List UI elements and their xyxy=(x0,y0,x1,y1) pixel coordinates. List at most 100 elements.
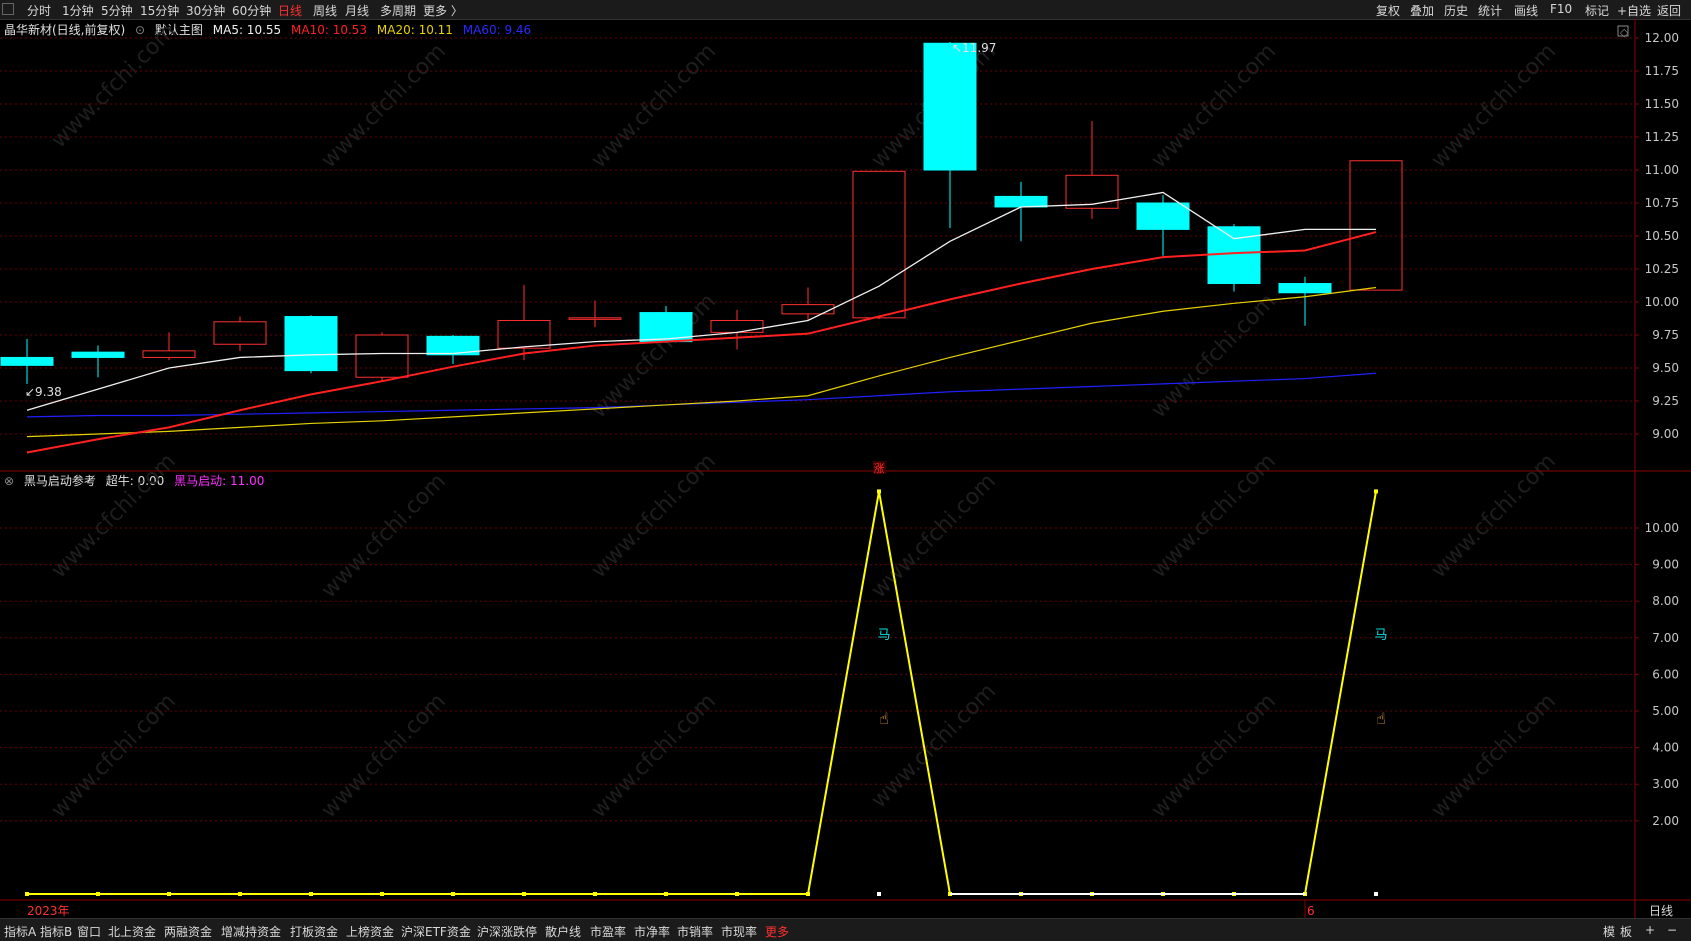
indicator-tab[interactable]: 沪深涨跌停 xyxy=(477,923,537,940)
watermark-layer: www.cfchi.com www.cfchi.com www.cfchi.com w… xyxy=(47,19,1561,823)
sub-tick-label: 2.00 xyxy=(1652,814,1679,828)
candle-body xyxy=(284,316,338,372)
indicator-tab[interactable]: 散户线 xyxy=(545,923,581,940)
panel-button[interactable]: 板 xyxy=(1620,923,1632,940)
heima-point xyxy=(167,892,171,896)
price-tick-label: 10.25 xyxy=(1645,262,1679,276)
toolbar-button[interactable]: 历史 xyxy=(1444,2,1468,19)
sub-tick-label: 6.00 xyxy=(1652,667,1679,681)
candle-body xyxy=(710,319,764,333)
indicator-tab[interactable]: 上榜资金 xyxy=(346,923,394,940)
period-tab[interactable]: 1分钟 xyxy=(62,2,94,19)
period-label: 日线 xyxy=(1649,904,1673,918)
indicator-tab[interactable]: 沪深ETF资金 xyxy=(401,923,471,940)
watermark-text: www.cfchi.com xyxy=(587,449,721,583)
chaoniu-point xyxy=(1374,892,1378,896)
hand-icon: ☝ xyxy=(1376,709,1386,728)
toolbar-button[interactable]: +自选 xyxy=(1617,2,1651,19)
indicator-tab[interactable]: 增减持资金 xyxy=(221,923,281,940)
watermark-text: www.cfchi.com xyxy=(1427,689,1561,823)
toolbar-button[interactable]: 统计 xyxy=(1478,2,1502,19)
panel-button[interactable]: − xyxy=(1667,923,1677,937)
period-tab[interactable]: 日线 xyxy=(278,2,302,19)
price-tick-label: 11.75 xyxy=(1645,64,1679,78)
toolbar-button[interactable]: F10 xyxy=(1550,2,1572,16)
price-tick-label: 12.00 xyxy=(1645,31,1679,45)
watermark-text: www.cfchi.com xyxy=(1147,39,1281,173)
heima-point xyxy=(806,892,810,896)
candle-body xyxy=(852,170,906,319)
price-tick-label: 9.00 xyxy=(1652,427,1679,441)
panel-button[interactable]: 模 xyxy=(1603,923,1615,940)
heima-point xyxy=(25,892,29,896)
period-tab[interactable]: 周线 xyxy=(313,2,337,19)
sub-tick-label: 10.00 xyxy=(1645,521,1679,535)
hand-icon: ☝ xyxy=(879,709,889,728)
indicator-tab[interactable]: 北上资金 xyxy=(108,923,156,940)
period-tab[interactable]: 60分钟 xyxy=(232,2,271,19)
indicator-tab[interactable]: 两融资金 xyxy=(164,923,212,940)
price-tick-label: 10.75 xyxy=(1645,196,1679,210)
x-label-month: 6 xyxy=(1307,904,1315,918)
indicator-tab[interactable]: 指标A xyxy=(4,923,36,940)
period-toolbar: 分时 1分钟 5分钟 15分钟 30分钟 60分钟 日线 周线 月线 多周期 更多 〉 复权 叠加 历史… xyxy=(0,0,1691,20)
watermark-text: www.cfchi.com xyxy=(47,19,181,153)
sub-tick-label: 9.00 xyxy=(1652,558,1679,572)
indicator-tab[interactable]: 市销率 xyxy=(677,923,713,940)
price-tick-label: 11.50 xyxy=(1645,97,1679,111)
heima-point xyxy=(96,892,100,896)
watermark-text: www.cfchi.com xyxy=(1427,39,1561,173)
sub-tick-label: 7.00 xyxy=(1652,631,1679,645)
watermark-text: www.cfchi.com xyxy=(1147,689,1281,823)
candle-body xyxy=(923,42,977,171)
watermark-text: www.cfchi.com xyxy=(1427,449,1561,583)
toolbar-button[interactable]: 叠加 xyxy=(1410,2,1434,19)
candle-body xyxy=(142,350,196,358)
period-tab[interactable]: 5分钟 xyxy=(101,2,133,19)
heima-point xyxy=(735,892,739,896)
indicator-tab[interactable]: 指标B xyxy=(40,923,72,940)
candle-body xyxy=(213,321,267,345)
heima-point xyxy=(522,892,526,896)
indicator-tab[interactable]: 更多 xyxy=(765,923,789,940)
back-icon[interactable] xyxy=(2,3,14,15)
candle-body xyxy=(355,334,409,378)
ma-marker: 马 xyxy=(877,628,890,643)
indicator-tab[interactable]: 窗口 xyxy=(77,923,101,940)
toolbar-button[interactable]: 返回 xyxy=(1657,2,1681,19)
watermark-text: www.cfchi.com xyxy=(587,39,721,173)
period-tab[interactable]: 分时 xyxy=(27,2,51,19)
candle-body xyxy=(1278,283,1332,294)
toolbar-button[interactable]: 复权 xyxy=(1376,2,1400,19)
period-tab[interactable]: 30分钟 xyxy=(186,2,225,19)
toolbar-button[interactable]: 标记 xyxy=(1585,2,1609,19)
period-tab[interactable]: 15分钟 xyxy=(140,2,179,19)
price-tick-label: 10.50 xyxy=(1645,229,1679,243)
indicator-tab[interactable]: 市现率 xyxy=(721,923,757,940)
price-tick-label: 10.00 xyxy=(1645,295,1679,309)
watermark-text: www.cfchi.com xyxy=(317,689,451,823)
limit-up-mark: 涨 xyxy=(874,462,885,475)
heima-point xyxy=(664,892,668,896)
period-tab[interactable]: 更多 〉 xyxy=(423,2,463,19)
toolbar-button[interactable]: 画线 xyxy=(1514,2,1538,19)
period-tab[interactable]: 月线 xyxy=(345,2,369,19)
ma10-line xyxy=(26,231,1377,454)
watermark-text: www.cfchi.com xyxy=(587,689,721,823)
ma-marker: 马 xyxy=(1374,628,1387,643)
price-chart: ↖11.97 ↙9.38 涨 xyxy=(0,41,1403,475)
watermark-text: www.cfchi.com xyxy=(47,449,181,583)
candle-body xyxy=(71,351,125,358)
indicator-tab[interactable]: 打板资金 xyxy=(290,923,338,940)
heima-point xyxy=(877,489,881,494)
chart-canvas[interactable]: www.cfchi.com www.cfchi.com www.cfchi.com w… xyxy=(0,19,1691,919)
panel-button[interactable]: + xyxy=(1645,923,1655,937)
heima-point xyxy=(380,892,384,896)
sub-tick-label: 3.00 xyxy=(1652,777,1679,791)
indicator-tab[interactable]: 市净率 xyxy=(634,923,670,940)
period-tab[interactable]: 多周期 xyxy=(380,2,416,19)
candle-body xyxy=(497,319,551,349)
indicator-tab[interactable]: 市盈率 xyxy=(590,923,626,940)
watermark-text: www.cfchi.com xyxy=(1147,449,1281,583)
candle-body xyxy=(994,195,1048,208)
